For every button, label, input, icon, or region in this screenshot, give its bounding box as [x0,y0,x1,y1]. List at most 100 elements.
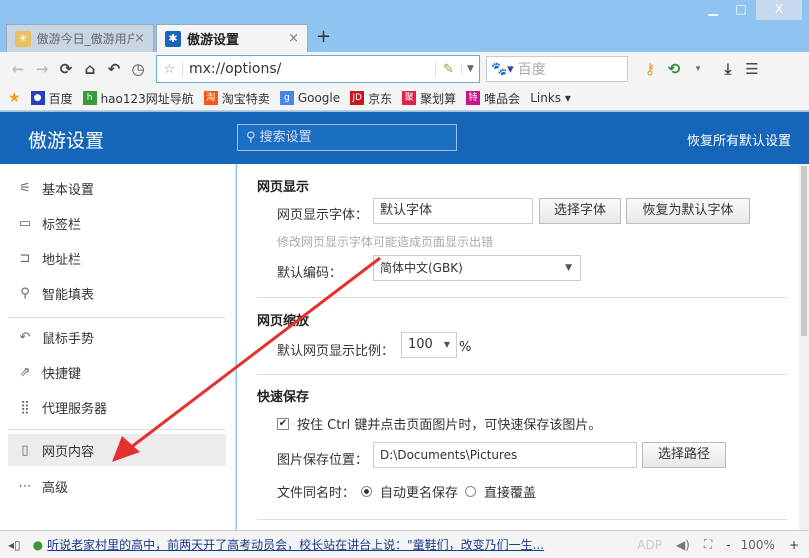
juhuasuan-icon: 聚 [402,91,417,105]
bookmark-label: 聚划算 [420,91,457,106]
restore-icon[interactable]: ⟲ [662,60,686,78]
bookmark-taobao[interactable]: 淘淘宝特卖 [203,90,270,107]
fullscreen-icon[interactable]: ⛶ [704,537,712,552]
baidu-icon[interactable]: 🐾▾ [491,62,514,77]
divider [257,374,787,375]
news-link[interactable]: 听说老家村里的高中，前两天开了高考动员会，校长站在讲台上说："童鞋们，改变乃们一… [47,536,544,553]
settings-search-input[interactable]: ⚲ 搜索设置 [237,124,457,151]
sidebar-item-addressbar[interactable]: ⊐ 地址栏 [8,242,226,274]
bookmark-jd[interactable]: JD 京东 [350,90,392,107]
close-tab-icon[interactable]: × [134,31,145,46]
radio-rename[interactable]: 自动更名保存 [361,482,458,501]
radio-overwrite[interactable]: 直接覆盖 [465,482,536,501]
bookmark-vip[interactable]: 特唯品会 [466,90,520,107]
menu-icon[interactable]: ☰ [740,60,764,78]
close-tab-icon[interactable]: × [288,31,299,46]
bookmark-links[interactable]: Links ▾ [530,91,571,105]
sidebar-item-shortcuts[interactable]: ⇗ 快捷键 [8,356,226,388]
bookmark-label: 百度 [48,91,73,106]
encoding-select[interactable]: 简体中文(GBK) ▼ [373,255,581,281]
choose-path-button[interactable]: 选择路径 [642,442,726,468]
bookmark-label: 淘宝特卖 [221,91,270,106]
search-placeholder: 搜索设置 [259,130,312,145]
radio-icon[interactable] [465,486,476,497]
proxy-icon: ⣿ [20,399,30,415]
search-icon: ⚲ [246,130,260,145]
chevron-down-icon: ▼ [565,263,572,273]
zoom-level: 100% [740,537,775,552]
sidebar-item-gestures[interactable]: ↶ 鼠标手势 [8,321,226,353]
download-icon[interactable]: ⤓ [716,60,740,78]
divider [8,429,226,430]
zoom-value: 100 [408,337,433,352]
home-icon[interactable]: ⌂ [78,60,102,78]
sidebar-item-proxy[interactable]: ⣿ 代理服务器 [8,391,226,423]
tab-settings[interactable]: ✱ 傲游设置 × [156,24,308,52]
quicksave-checkbox[interactable]: ✔ 按住 Ctrl 键并点击页面图片时，可快速保存该图片。 [277,414,601,433]
bookmark-label: hao123网址导航 [100,91,194,106]
gesture-icon: ↶ [19,329,31,345]
chevron-down-icon: ▼ [443,340,450,349]
restore-button[interactable]: □ [728,0,754,20]
address-bar[interactable]: ☆ mx://options/ ✎ ▼ [156,55,480,83]
zoom-out-button[interactable]: - [726,538,730,552]
reset-font-button[interactable]: 恢复为默认字体 [626,198,750,224]
forward-icon[interactable]: → [30,60,54,78]
encoding-label: 默认编码： [277,266,343,281]
sidebar-item-basic[interactable]: ⚟ 基本设置 [8,172,226,204]
undo-icon[interactable]: ↶ [102,60,126,78]
close-window-button[interactable]: X [756,0,802,20]
zoom-in-button[interactable]: + [789,538,799,552]
accelerate-icon[interactable]: ✎ [435,61,461,77]
bookmark-juhuasuan[interactable]: 聚聚划算 [402,90,456,107]
radio-selected-icon[interactable] [361,486,372,497]
section-title-display: 网页显示 [257,180,310,195]
bookmark-hao123[interactable]: h hao123网址导航 [82,90,194,107]
settings-content: 网页显示 网页显示字体： 默认字体 选择字体 恢复为默认字体 修改网页显示字体可… [237,164,809,530]
more-icon[interactable]: ▾ [686,64,710,74]
bookmark-label: 唯品会 [484,91,521,106]
font-input[interactable]: 默认字体 [373,198,533,224]
sidebar-item-autofill[interactable]: ⚲ 智能填表 [8,277,226,309]
tab-today[interactable]: ☀ 傲游今日_傲游用户专属的网... × [6,24,154,52]
dropdown-icon[interactable]: ▼ [461,64,479,74]
divider [257,519,787,520]
search-input[interactable]: 百度 [518,59,546,79]
adblock-icon[interactable]: ADP [637,538,662,552]
tab-label: 傲游设置 [187,33,240,48]
bookmark-baidu[interactable]: ● 百度 [30,90,73,107]
checkbox-checked-icon[interactable]: ✔ [277,417,289,430]
sidebar-item-content[interactable]: ▯ 网页内容 [8,434,226,466]
sidebar-item-label: 网页内容 [42,444,95,460]
section-title-quicksave: 快速保存 [257,390,310,405]
back-icon[interactable]: ← [6,60,30,78]
taobao-icon: 淘 [203,91,218,105]
new-tab-button[interactable]: + [316,26,331,47]
history-icon[interactable]: ◷ [126,60,150,78]
key-icon: ⚲ [20,285,30,301]
url-input[interactable]: mx://options/ [183,61,435,77]
favorites-star-icon[interactable]: ★ [8,90,21,106]
sound-icon[interactable]: ◀) [676,538,690,552]
minimize-button[interactable]: ▁ [700,0,726,20]
scrollbar[interactable] [799,164,809,530]
duplicate-label: 文件同名时： [277,486,356,501]
sidebar-item-tabs[interactable]: ▭ 标签栏 [8,207,226,239]
sidebar-item-advanced[interactable]: ⋯ 高级 [8,470,226,502]
bookmark-label: Links ▾ [530,91,571,105]
settings-icon: ⚟ [19,180,31,196]
page-icon: ▯ [21,442,29,458]
search-box[interactable]: 🐾▾ 百度 [486,56,628,82]
choose-font-button[interactable]: 选择字体 [539,198,621,224]
bookmark-label: Google [297,91,341,105]
sidebar-item-label: 快捷键 [42,366,82,382]
bookmark-google[interactable]: g Google [279,91,341,105]
refresh-icon[interactable]: ⟳ [54,60,78,78]
key-icon[interactable]: ⚷ [638,60,662,78]
star-icon[interactable]: ☆ [157,61,183,77]
zoom-select[interactable]: 100 ▼ [401,332,457,358]
reset-all-link[interactable]: 恢复所有默认设置 [687,130,791,149]
save-path-input[interactable]: D:\Documents\Pictures [373,442,637,468]
sidebar-toggle-icon[interactable]: ◂▯ [8,538,21,552]
scrollbar-thumb[interactable] [801,166,807,336]
